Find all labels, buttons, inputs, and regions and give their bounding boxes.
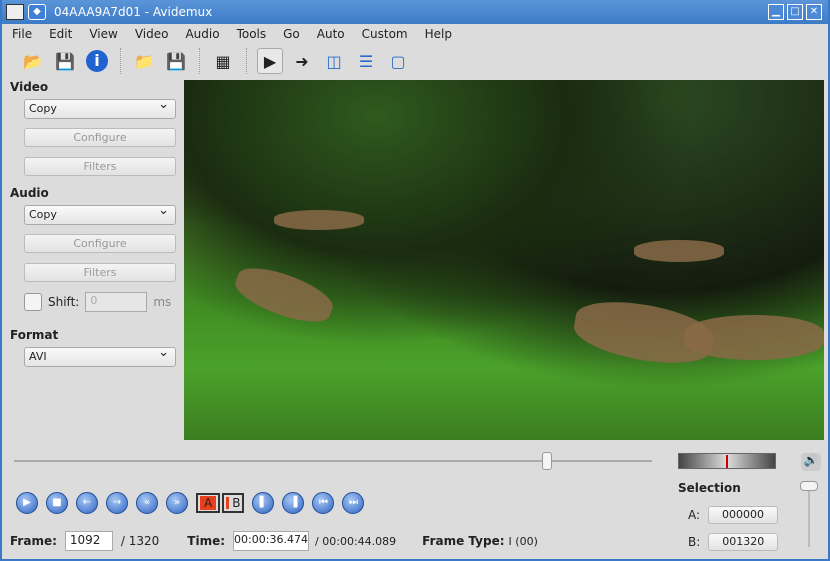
- set-marker-b-button[interactable]: B: [222, 493, 245, 513]
- play-icon[interactable]: ▶: [16, 492, 38, 514]
- previous-frame-icon[interactable]: ←: [76, 492, 98, 514]
- close-button[interactable]: ✕: [806, 4, 822, 20]
- audio-filters-button[interactable]: Filters: [24, 263, 176, 282]
- set-marker-a-button[interactable]: A: [196, 493, 221, 513]
- audio-codec-select[interactable]: Copy: [24, 203, 176, 225]
- video-preview: [184, 80, 824, 440]
- layout-split-horizontal-icon[interactable]: ☰: [353, 48, 379, 74]
- audio-section-label: Audio: [10, 186, 49, 200]
- menu-view[interactable]: View: [89, 27, 117, 41]
- stop-icon[interactable]: ■: [46, 492, 68, 514]
- calculator-icon[interactable]: ▦: [210, 48, 236, 74]
- settings-panel: Video Copy Configure Filters Audio Copy …: [10, 80, 180, 376]
- timeline-slider[interactable]: [14, 460, 652, 462]
- go-to-marker-b-icon[interactable]: ▐: [282, 492, 305, 514]
- window-title: 04AAA9A7d01 - Avidemux: [54, 5, 213, 19]
- time-label: Time:: [187, 534, 226, 548]
- selection-a-button[interactable]: 000000: [708, 506, 779, 524]
- selection-a-label: A:: [688, 508, 701, 522]
- frame-input[interactable]: 1092: [64, 531, 113, 551]
- format-select[interactable]: AVI: [24, 345, 176, 367]
- menu-edit[interactable]: Edit: [49, 27, 72, 41]
- window-menu-icon[interactable]: ◆: [28, 4, 46, 20]
- shift-label: Shift:: [48, 295, 80, 309]
- shift-input[interactable]: 0: [85, 292, 148, 312]
- volume-handle[interactable]: [800, 481, 818, 491]
- menu-auto[interactable]: Auto: [317, 27, 345, 41]
- menu-go[interactable]: Go: [283, 27, 300, 41]
- frame-type-label: Frame Type:: [422, 534, 505, 548]
- menu-file[interactable]: File: [12, 27, 32, 41]
- menu-custom[interactable]: Custom: [362, 27, 408, 41]
- menu-audio[interactable]: Audio: [185, 27, 219, 41]
- open-icon[interactable]: 📂: [20, 48, 46, 74]
- save-as-icon[interactable]: 💾: [163, 48, 189, 74]
- maximize-button[interactable]: □: [787, 4, 803, 20]
- layout-single-icon[interactable]: ▢: [385, 48, 411, 74]
- go-to-marker-a-icon[interactable]: ▌: [252, 492, 275, 514]
- menu-bar: File Edit View Video Audio Tools Go Auto…: [2, 24, 828, 44]
- layout-input-icon[interactable]: ▶: [257, 48, 283, 74]
- status-bar: Frame: 1092 / 1320 Time: 00:00:36.474 / …: [10, 531, 538, 551]
- frame-total: / 1320: [120, 534, 160, 548]
- next-frame-icon[interactable]: →: [106, 492, 128, 514]
- time-input[interactable]: 00:00:36.474: [233, 531, 310, 551]
- menu-video[interactable]: Video: [135, 27, 169, 41]
- previous-keyframe-icon[interactable]: «: [136, 492, 158, 514]
- open-folder-icon[interactable]: 📁: [131, 48, 157, 74]
- go-to-last-frame-icon[interactable]: ⏭: [342, 492, 365, 514]
- speaker-icon[interactable]: 🔊: [801, 453, 821, 471]
- menu-help[interactable]: Help: [425, 27, 452, 41]
- time-total: / 00:00:44.089: [315, 534, 397, 548]
- marker-a-label: A: [200, 496, 217, 510]
- frame-type-value: I (00): [508, 534, 538, 548]
- format-section-label: Format: [10, 328, 59, 342]
- layout-output-icon[interactable]: ➜: [289, 48, 315, 74]
- shift-checkbox[interactable]: [24, 293, 42, 311]
- app-icon: [6, 4, 24, 20]
- frame-label: Frame:: [10, 534, 57, 548]
- main-window: ◆ 04AAA9A7d01 - Avidemux ▁ □ ✕ File Edit…: [0, 0, 830, 561]
- save-icon[interactable]: 💾: [52, 48, 78, 74]
- shift-unit: ms: [153, 295, 172, 309]
- audio-configure-button[interactable]: Configure: [24, 234, 176, 253]
- selection-b-button[interactable]: 001320: [708, 533, 779, 551]
- title-bar: ◆ 04AAA9A7d01 - Avidemux ▁ □ ✕: [2, 0, 828, 24]
- menu-tools[interactable]: Tools: [237, 27, 267, 41]
- video-filters-button[interactable]: Filters: [24, 157, 176, 176]
- layout-split-vertical-icon[interactable]: ◫: [321, 48, 347, 74]
- selection-title: Selection: [678, 481, 741, 495]
- volume-slider[interactable]: [808, 485, 810, 547]
- video-section-label: Video: [10, 80, 49, 94]
- info-icon[interactable]: i: [84, 48, 110, 74]
- minimize-button[interactable]: ▁: [768, 4, 784, 20]
- timeline-handle[interactable]: [542, 452, 553, 470]
- audio-meter: [678, 453, 776, 469]
- toolbar: 📂 💾 i 📁 💾 ▦ ▶ ➜ ◫ ☰ ▢: [2, 44, 828, 78]
- selection-b-label: B:: [688, 535, 701, 549]
- marker-b-label: B: [232, 496, 241, 510]
- playback-controls: ▶ ■ ← → « » A B ▌ ▐ ⏮ ⏭: [16, 492, 365, 514]
- video-codec-select[interactable]: Copy: [24, 97, 176, 119]
- go-to-first-frame-icon[interactable]: ⏮: [312, 492, 335, 514]
- video-configure-button[interactable]: Configure: [24, 128, 176, 147]
- next-keyframe-icon[interactable]: »: [166, 492, 188, 514]
